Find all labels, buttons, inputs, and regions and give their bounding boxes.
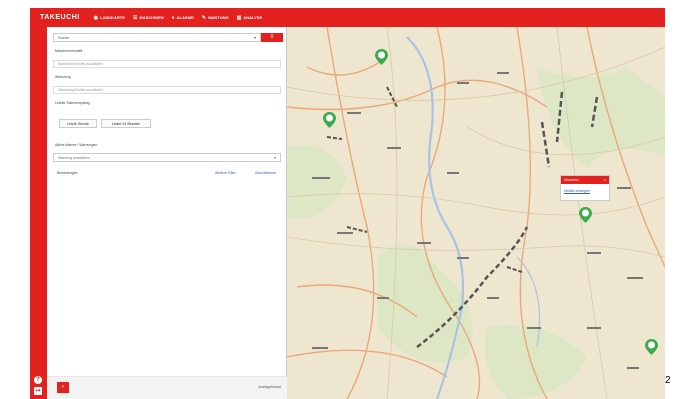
search-button[interactable]: ⚲ [261, 33, 283, 42]
field-label-model: Maschinenmodell [55, 49, 83, 53]
map-pin-icon [579, 207, 592, 223]
chevron-down-icon: ▾ [253, 35, 256, 40]
brand-logo: TAKEUCHI [40, 14, 80, 21]
field-label-tool: Werkzeug [55, 75, 71, 79]
nav-item-maschinen[interactable]: ☰ MASCHINEN [133, 15, 164, 21]
machine-marker[interactable] [375, 49, 388, 65]
chart-icon: ▥ [236, 14, 242, 21]
last-24h-button[interactable]: Letzte 24 Stunden [101, 119, 151, 128]
nav-item-wartung[interactable]: ✎ WARTUNG [202, 15, 229, 21]
more-filters-link[interactable]: Weitere Filter [215, 171, 236, 175]
filter-panel: Suche ▾ ⚲ Maschinenmodell Maschinenmodell… [47, 27, 287, 399]
machine-marker-selected[interactable] [579, 207, 592, 223]
list-icon: ☰ [132, 14, 138, 21]
search-icon: ⚲ [270, 34, 274, 40]
main-nav: ◉ LANDKARTE ☰ MASCHINEN ● ALARME ✎ WARTUNG ▥… [94, 15, 262, 21]
map-pin-icon [645, 339, 658, 355]
wrench-icon: ✎ [201, 14, 206, 21]
nav-item-analyse[interactable]: ▥ ANALYSE [237, 15, 262, 21]
left-sidebar-strip: ? ↦ [30, 27, 47, 399]
close-icon[interactable]: × [604, 176, 606, 184]
popup-details-link[interactable]: Details anzeigen [561, 184, 609, 193]
map-view[interactable] [287, 27, 665, 399]
machine-popup: Maschine × Details anzeigen [560, 175, 610, 201]
help-icon[interactable]: ? [34, 376, 42, 384]
map-pin-icon [375, 49, 388, 65]
location-icon: ◉ [93, 14, 99, 21]
add-button[interactable]: + [57, 382, 69, 393]
alarm-icon: ● [171, 14, 175, 21]
search-input[interactable]: Suche ▾ [53, 33, 261, 42]
section-label-data: Letzter Datenempfang [55, 101, 90, 105]
page-number-edge: 2 [665, 375, 671, 386]
ratings-link[interactable]: Bewertungen [57, 171, 78, 175]
map-canvas [287, 27, 665, 399]
popup-header: Maschine × [561, 176, 609, 184]
nav-item-landkarte[interactable]: ◉ LANDKARTE [94, 15, 125, 21]
last-hour-button[interactable]: Letzte Stunde [59, 119, 97, 128]
logout-icon[interactable]: ↦ [34, 387, 42, 395]
machine-marker[interactable] [323, 112, 336, 128]
machine-marker[interactable] [645, 339, 658, 355]
top-navigation-bar: TAKEUCHI ◉ LANDKARTE ☰ MASCHINEN ● ALARME ✎… [30, 8, 665, 27]
panel-footer: + Anzeigeformat [47, 376, 287, 399]
reset-link[interactable]: Zurücksetzen [255, 171, 276, 175]
display-format-label[interactable]: Anzeigeformat [258, 385, 281, 389]
chevron-down-icon: ▾ [273, 155, 276, 160]
nav-item-alarme[interactable]: ● ALARME [172, 15, 194, 21]
search-row: Suche ▾ ⚲ [53, 33, 283, 42]
tool-select[interactable]: Werkzeug/Geräte auswählen [53, 86, 281, 94]
model-select[interactable]: Maschinenmodell auswählen [53, 60, 281, 68]
map-pin-icon [323, 112, 336, 128]
alarm-select[interactable]: Warnung auswählen ▾ [53, 153, 281, 162]
select-label-alarms: Aktive Alarme / Warnungen [55, 143, 98, 147]
